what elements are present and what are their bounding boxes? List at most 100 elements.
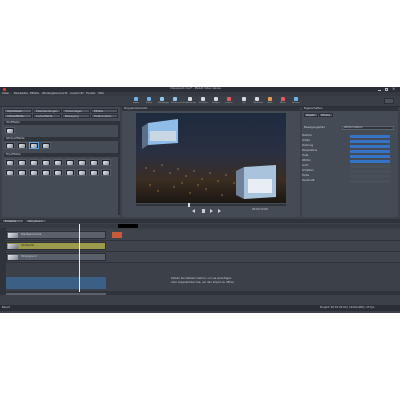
toolbar-button-title[interactable]: Titel bbox=[240, 97, 248, 105]
property-slider[interactable] bbox=[350, 175, 390, 178]
scrubber-handle[interactable] bbox=[188, 203, 190, 207]
preset-dropdown[interactable]: Würfel drehen bbox=[342, 126, 394, 130]
property-slider[interactable] bbox=[350, 135, 390, 138]
toolbar-button-transition[interactable]: Überblende bbox=[253, 97, 264, 105]
toolbar-button-undo[interactable]: Rückgängig bbox=[158, 97, 169, 105]
effect-thumb[interactable] bbox=[5, 159, 15, 166]
property-row: Deckkraft bbox=[302, 179, 394, 184]
effect-thumb[interactable] bbox=[29, 169, 39, 176]
insert-icon bbox=[214, 97, 218, 101]
property-slider[interactable] bbox=[350, 145, 390, 148]
effect-thumb[interactable] bbox=[77, 159, 87, 166]
effect-thumb[interactable] bbox=[89, 169, 99, 176]
group-header-flip[interactable]: Flip-Effekte bbox=[4, 153, 118, 157]
effect-thumb-selected[interactable] bbox=[29, 142, 39, 149]
toolbar-button-cut[interactable]: Schneiden bbox=[199, 97, 208, 105]
transport-controls bbox=[182, 208, 242, 214]
property-slider[interactable] bbox=[350, 160, 390, 163]
toolbar-button-delete[interactable]: Löschen bbox=[225, 97, 233, 105]
fx-icon bbox=[281, 97, 285, 101]
property-row: Position bbox=[302, 134, 394, 139]
group-header-3d[interactable]: 3D-Effekte bbox=[4, 121, 118, 125]
toolbar-button-import[interactable]: Import bbox=[132, 97, 140, 105]
effect-thumb[interactable] bbox=[17, 169, 27, 176]
clip-marker[interactable] bbox=[112, 232, 122, 238]
property-slider[interactable] bbox=[350, 140, 390, 143]
effect-thumb[interactable] bbox=[53, 169, 63, 176]
clip-video[interactable]: Stadtpanorama bbox=[6, 231, 106, 239]
window-title: Unbenannt.mvd* - MAGIX Video deluxe bbox=[170, 87, 221, 90]
timecode: 00:00:12:08 bbox=[252, 208, 268, 211]
timeline-scrollbar[interactable] bbox=[0, 292, 400, 295]
preview-scene bbox=[142, 119, 276, 199]
effect-thumb[interactable] bbox=[17, 142, 27, 149]
preview-scrubber[interactable] bbox=[136, 203, 286, 207]
effect-thumb[interactable] bbox=[5, 127, 15, 134]
clip-effect[interactable]: 3D-Würfel bbox=[6, 242, 106, 250]
toolbar-button-fx[interactable]: Effekte bbox=[279, 97, 287, 105]
tab-titles[interactable]: Titelvorlagen bbox=[62, 109, 90, 113]
subtab-motion[interactable]: Bewegung bbox=[62, 114, 90, 118]
property-slider[interactable] bbox=[350, 155, 390, 158]
subtab-video-effects[interactable]: Videoeffekte bbox=[4, 114, 32, 118]
preview-title: Programmmonitor bbox=[124, 106, 148, 110]
forward-icon[interactable] bbox=[218, 209, 221, 213]
toolbar-button-redo[interactable]: Wiederherstellen bbox=[171, 97, 186, 105]
subtab-color[interactable]: Farbkorrektur bbox=[91, 114, 118, 118]
effect-thumb[interactable] bbox=[17, 159, 27, 166]
play-icon[interactable] bbox=[210, 209, 213, 213]
tab-effects[interactable]: Effekte bbox=[91, 109, 118, 113]
tab-timeline[interactable]: Timeline bbox=[2, 219, 24, 223]
subtab-audio-effects[interactable]: Audioeffekte bbox=[33, 114, 61, 118]
property-slider[interactable] bbox=[350, 165, 390, 168]
scrollbar-thumb[interactable] bbox=[6, 292, 106, 295]
toolbar-button-label: Überblende bbox=[253, 102, 264, 104]
effect-thumb[interactable] bbox=[89, 159, 99, 166]
stop-icon[interactable] bbox=[202, 209, 205, 213]
toolbar-button-pointer[interactable]: Mauszeiger bbox=[186, 97, 196, 105]
video-preview[interactable] bbox=[136, 113, 286, 203]
effect-thumb[interactable] bbox=[77, 169, 87, 176]
effect-thumb[interactable] bbox=[41, 142, 51, 149]
group-header-cube[interactable]: Würfel-Effekte bbox=[4, 137, 118, 141]
tab-import[interactable]: Importieren bbox=[4, 109, 32, 113]
tab-transitions[interactable]: Überblendungen bbox=[33, 109, 61, 113]
effect-thumb[interactable] bbox=[101, 159, 111, 166]
rewind-icon[interactable] bbox=[192, 209, 195, 213]
property-slider[interactable] bbox=[350, 150, 390, 153]
toolbar-button-burn[interactable]: Brennen bbox=[292, 97, 300, 105]
layout-button[interactable] bbox=[384, 98, 394, 104]
effect-thumb[interactable] bbox=[41, 159, 51, 166]
effect-thumb[interactable] bbox=[5, 169, 15, 176]
toolbar-button-audio[interactable]: Audio bbox=[266, 97, 274, 105]
effect-thumb[interactable] bbox=[53, 159, 63, 166]
toolbar-button-insert[interactable]: Einfügen bbox=[212, 97, 220, 105]
maximize-icon[interactable] bbox=[385, 88, 388, 91]
playhead[interactable] bbox=[79, 224, 80, 292]
tab-properties-effects[interactable]: Effekte bbox=[319, 113, 333, 117]
audio-waveform[interactable] bbox=[6, 277, 106, 289]
toolbar-button-export[interactable]: Export bbox=[145, 97, 153, 105]
effect-thumb[interactable] bbox=[29, 159, 39, 166]
tab-storyboard[interactable]: Storyboard bbox=[25, 219, 47, 223]
effect-thumb[interactable] bbox=[101, 169, 111, 176]
empty-track-area[interactable]: Ziehen Sie Dateien hierher, um sie einzu… bbox=[6, 263, 400, 292]
preview-header: Programmmonitor bbox=[122, 107, 300, 111]
status-right: Projekt: 00:01:25:00 | 1920x1080 | 25 fp… bbox=[320, 305, 375, 309]
property-slider[interactable] bbox=[350, 170, 390, 173]
timeline-ruler[interactable] bbox=[0, 224, 400, 228]
effect-thumb[interactable] bbox=[65, 159, 75, 166]
property-row: Schatten bbox=[302, 169, 394, 174]
tab-object[interactable]: Objekt bbox=[304, 113, 318, 117]
effect-thumb[interactable] bbox=[5, 142, 15, 149]
effect-thumb[interactable] bbox=[65, 169, 75, 176]
minimize-icon[interactable] bbox=[378, 88, 381, 91]
timeline-tabs: Timeline Storyboard bbox=[0, 219, 400, 223]
property-row: Licht bbox=[302, 164, 394, 169]
effect-thumb[interactable] bbox=[41, 169, 51, 176]
toolbar-button-label: Audio bbox=[267, 102, 273, 104]
close-icon[interactable]: × bbox=[392, 87, 395, 91]
clip-background[interactable]: Hintergrund bbox=[6, 253, 106, 261]
scrollbar[interactable] bbox=[118, 121, 120, 215]
property-slider[interactable] bbox=[350, 180, 390, 183]
